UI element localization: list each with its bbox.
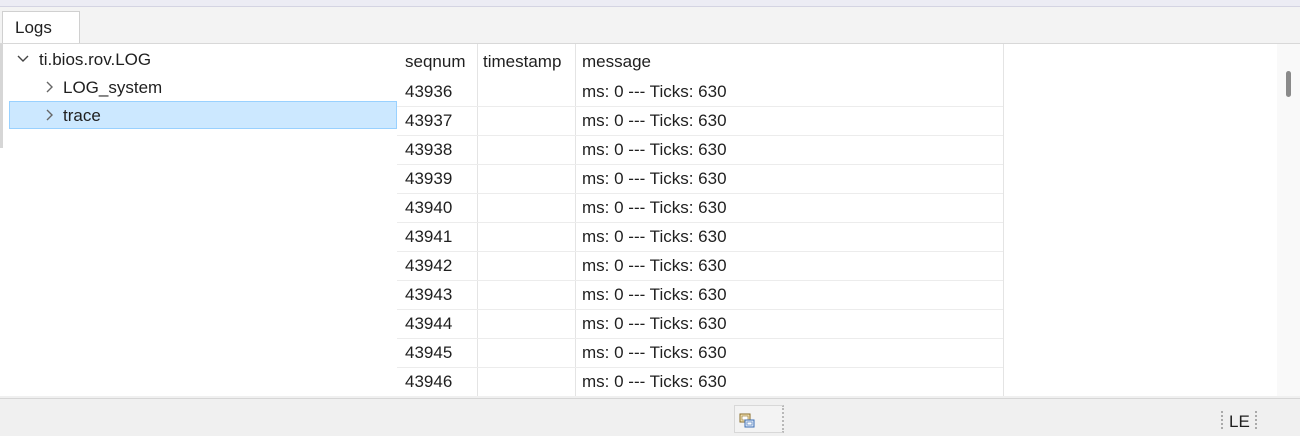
seqnum-cell: 43943 <box>405 285 453 304</box>
connection-icon <box>739 413 755 428</box>
log-tree: ti.bios.rov.LOG LOG_system trace <box>9 44 397 396</box>
tree-item-log-system-label: LOG_system <box>63 78 163 97</box>
message-cell: ms: 0 --- Ticks: 630 <box>582 372 727 391</box>
seqnum-cell: 43941 <box>405 227 453 246</box>
tab-logs-label: Logs <box>15 18 52 37</box>
seqnum-cell: 43946 <box>405 372 453 391</box>
message-cell: ms: 0 --- Ticks: 630 <box>582 227 727 246</box>
message-cell: ms: 0 --- Ticks: 630 <box>582 82 727 101</box>
vertical-scrollbar[interactable] <box>1277 44 1300 396</box>
seqnum-cell: 43939 <box>405 169 453 188</box>
table-row[interactable]: 43944 ms: 0 --- Ticks: 630 <box>397 310 1277 339</box>
table-row[interactable]: 43936 ms: 0 --- Ticks: 630 <box>397 78 1277 107</box>
message-cell: ms: 0 --- Ticks: 630 <box>582 169 727 188</box>
chevron-down-icon[interactable] <box>13 46 33 74</box>
tab-logs[interactable]: Logs <box>2 11 80 43</box>
seqnum-cell: 43940 <box>405 198 453 217</box>
table-row[interactable]: 43942 ms: 0 --- Ticks: 630 <box>397 252 1277 281</box>
log-table: seqnum timestamp message 43936 ms: 0 ---… <box>397 44 1277 396</box>
scrollbar-thumb[interactable] <box>1286 71 1291 97</box>
table-row[interactable]: 43943 ms: 0 --- Ticks: 630 <box>397 281 1277 310</box>
seqnum-cell: 43945 <box>405 343 453 362</box>
table-row[interactable]: 43941 ms: 0 --- Ticks: 630 <box>397 223 1277 252</box>
message-cell: ms: 0 --- Ticks: 630 <box>582 256 727 275</box>
message-cell: ms: 0 --- Ticks: 630 <box>582 140 727 159</box>
message-cell: ms: 0 --- Ticks: 630 <box>582 285 727 304</box>
status-separator <box>1255 411 1259 429</box>
message-cell: ms: 0 --- Ticks: 630 <box>582 198 727 217</box>
tree-item-trace-label: trace <box>63 106 101 125</box>
message-cell: ms: 0 --- Ticks: 630 <box>582 314 727 333</box>
seqnum-cell: 43944 <box>405 314 453 333</box>
seqnum-cell: 43936 <box>405 82 453 101</box>
table-row[interactable]: 43939 ms: 0 --- Ticks: 630 <box>397 165 1277 194</box>
window-top-strip <box>0 0 1300 7</box>
seqnum-cell: 43937 <box>405 111 453 130</box>
tree-item-log-system[interactable]: LOG_system <box>9 74 397 102</box>
chevron-right-icon[interactable] <box>40 74 60 102</box>
status-connection-button[interactable] <box>734 405 784 433</box>
chevron-right-icon[interactable] <box>40 102 60 130</box>
tree-item-root[interactable]: ti.bios.rov.LOG <box>9 46 397 74</box>
seqnum-cell: 43942 <box>405 256 453 275</box>
tree-item-trace[interactable]: trace <box>9 101 397 129</box>
status-bar: LE <box>0 398 1300 436</box>
seqnum-cell: 43938 <box>405 140 453 159</box>
byte-order-label: LE <box>1229 412 1250 431</box>
view-tab-bar: Logs <box>0 7 1300 44</box>
tree-item-root-label: ti.bios.rov.LOG <box>39 50 152 69</box>
message-cell: ms: 0 --- Ticks: 630 <box>582 111 727 130</box>
column-header-timestamp[interactable]: timestamp <box>483 52 561 78</box>
message-cell: ms: 0 --- Ticks: 630 <box>582 343 727 362</box>
table-row[interactable]: 43937 ms: 0 --- Ticks: 630 <box>397 107 1277 136</box>
table-row[interactable]: 43946 ms: 0 --- Ticks: 630 <box>397 368 1277 396</box>
table-row[interactable]: 43940 ms: 0 --- Ticks: 630 <box>397 194 1277 223</box>
table-row[interactable]: 43938 ms: 0 --- Ticks: 630 <box>397 136 1277 165</box>
pane-left-edge <box>0 44 3 148</box>
column-header-message[interactable]: message <box>582 52 651 78</box>
status-separator <box>1221 411 1225 429</box>
column-header-seqnum[interactable]: seqnum <box>405 52 465 78</box>
table-row[interactable]: 43945 ms: 0 --- Ticks: 630 <box>397 339 1277 368</box>
